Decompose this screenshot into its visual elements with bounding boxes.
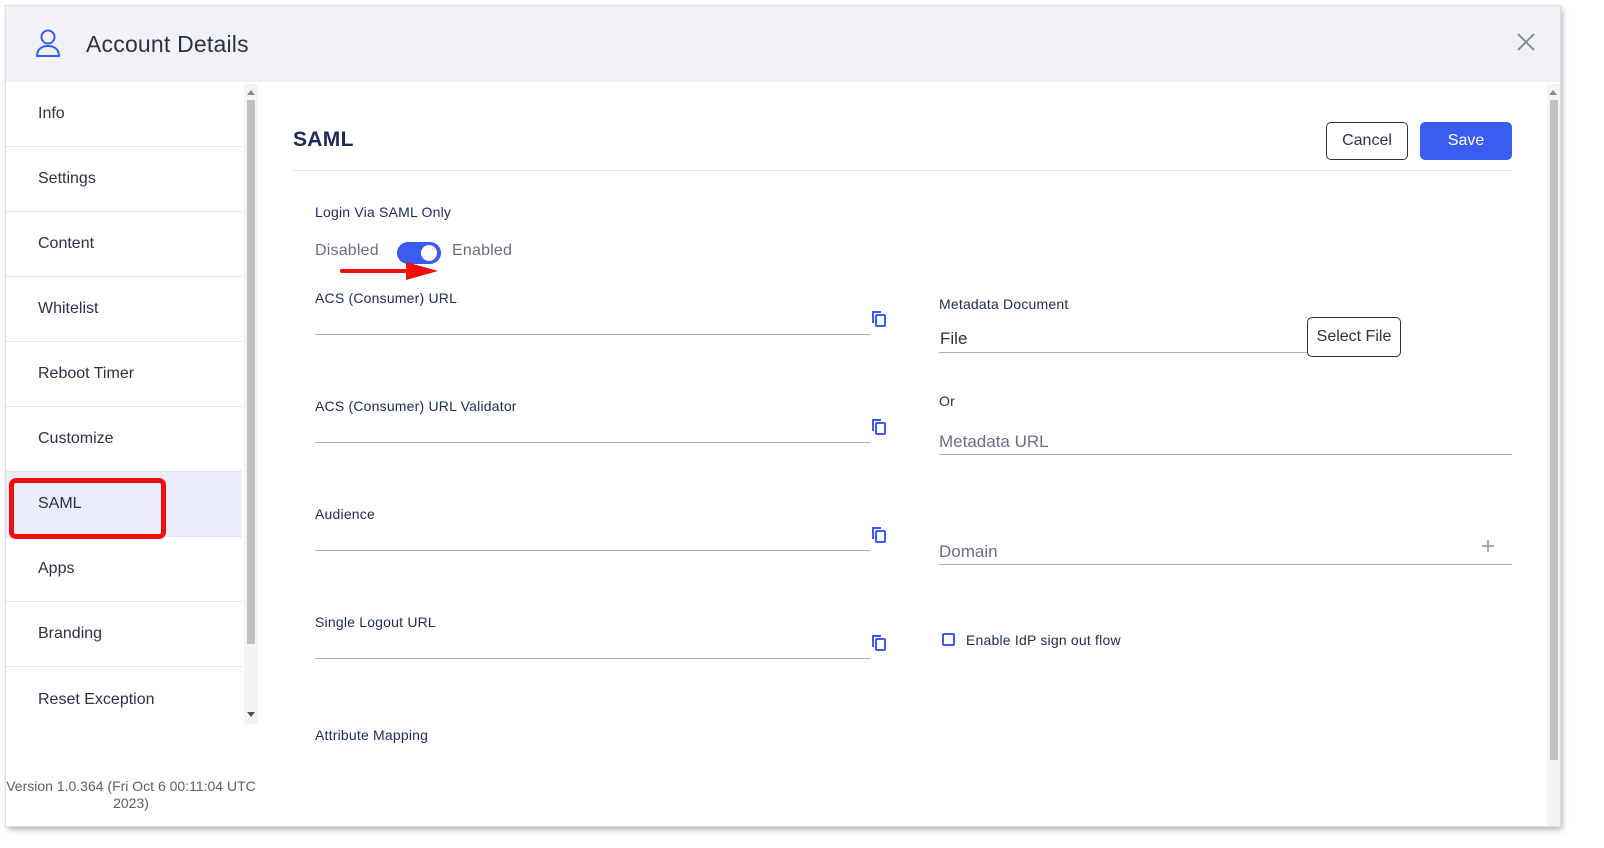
sidebar-item-content[interactable]: Content: [6, 212, 242, 277]
single-logout-field[interactable]: [315, 658, 870, 659]
metadata-file-value: File: [940, 329, 968, 348]
toggle-knob: [421, 245, 437, 261]
scrollbar-thumb[interactable]: [247, 100, 255, 644]
metadata-url-underline: [939, 454, 1512, 455]
close-icon[interactable]: [1514, 30, 1538, 54]
scrollbar-thumb[interactable]: [1550, 100, 1558, 760]
sidebar-item-label: Content: [38, 235, 95, 252]
or-label: Or: [939, 393, 955, 409]
sidebar-item-label: Customize: [38, 430, 114, 447]
select-file-button[interactable]: Select File: [1307, 317, 1401, 357]
scroll-up-arrow-icon[interactable]: [1549, 90, 1557, 95]
copy-icon[interactable]: [871, 526, 887, 544]
sidebar-nav: Info Settings Content Whitelist Reboot T…: [6, 82, 242, 826]
audience-label: Audience: [315, 506, 375, 522]
login-saml-label: Login Via SAML Only: [315, 204, 452, 220]
acs-validator-label: ACS (Consumer) URL Validator: [315, 398, 517, 414]
saml-panel: SAML Cancel Save Login Via SAML Only Dis…: [260, 82, 1546, 826]
sidebar-item-reset-exception[interactable]: Reset Exception: [6, 667, 242, 732]
sidebar-item-settings[interactable]: Settings: [6, 147, 242, 212]
plus-icon[interactable]: [1482, 540, 1494, 552]
copy-icon[interactable]: [871, 634, 887, 652]
dialog-header: Account Details: [6, 6, 1560, 82]
single-logout-label: Single Logout URL: [315, 614, 436, 630]
title-divider: [293, 170, 1512, 171]
sidebar-item-label: Apps: [38, 560, 75, 577]
sidebar-item-branding[interactable]: Branding: [6, 602, 242, 667]
metadata-url-input[interactable]: Metadata URL: [939, 432, 1049, 452]
sidebar-item-customize[interactable]: Customize: [6, 407, 242, 472]
sidebar-item-label: Settings: [38, 170, 96, 187]
cancel-button[interactable]: Cancel: [1326, 122, 1408, 160]
idp-signout-label: Enable IdP sign out flow: [966, 632, 1121, 648]
account-details-dialog: Account Details Info Settings Content Wh…: [6, 6, 1560, 826]
domain-input[interactable]: Domain: [939, 542, 998, 562]
copy-icon[interactable]: [871, 310, 887, 328]
page-title: SAML: [293, 128, 354, 151]
audience-field[interactable]: [315, 550, 870, 551]
sidebar-item-label: Reboot Timer: [38, 365, 135, 382]
sidebar-item-info[interactable]: Info: [6, 82, 242, 147]
sidebar-item-label: Reset Exception: [38, 690, 155, 708]
sidebar-item-reboot-timer[interactable]: Reboot Timer: [6, 342, 242, 407]
metadata-file-field[interactable]: [939, 352, 1309, 353]
domain-underline: [939, 564, 1512, 565]
sidebar-item-label: Info: [38, 105, 65, 122]
toggle-on-label: Enabled: [452, 242, 513, 259]
toggle-off-label: Disabled: [315, 242, 379, 259]
metadata-document-label: Metadata Document: [939, 296, 1069, 312]
save-button[interactable]: Save: [1420, 122, 1512, 160]
user-icon: [35, 29, 61, 57]
sidebar-item-whitelist[interactable]: Whitelist: [6, 277, 242, 342]
sidebar-item-label: Whitelist: [38, 300, 99, 317]
scroll-up-arrow-icon[interactable]: [247, 90, 255, 95]
acs-url-field[interactable]: [315, 334, 870, 335]
version-line: Version 1.0.364 (Fri Oct 6 00:11:04 UTC: [6, 778, 256, 794]
acs-validator-field[interactable]: [315, 442, 870, 443]
sidebar-item-label: Branding: [38, 625, 103, 642]
version-info: Version 1.0.364 (Fri Oct 6 00:11:04 UTC …: [6, 778, 266, 812]
main-scrollbar[interactable]: [1547, 84, 1560, 826]
acs-url-label: ACS (Consumer) URL: [315, 290, 458, 306]
attribute-mapping-label: Attribute Mapping: [315, 727, 429, 743]
dialog-title: Account Details: [86, 31, 249, 57]
red-arrow-annotation-icon: [340, 262, 438, 280]
sidebar-scrollbar[interactable]: [244, 84, 258, 724]
copy-icon[interactable]: [871, 418, 887, 436]
version-line: 2023): [113, 795, 149, 811]
idp-signout-checkbox[interactable]: [942, 633, 955, 646]
sidebar-item-apps[interactable]: Apps: [6, 537, 242, 602]
saml-highlight-annotation: [9, 478, 166, 539]
scroll-down-arrow-icon[interactable]: [247, 712, 255, 717]
